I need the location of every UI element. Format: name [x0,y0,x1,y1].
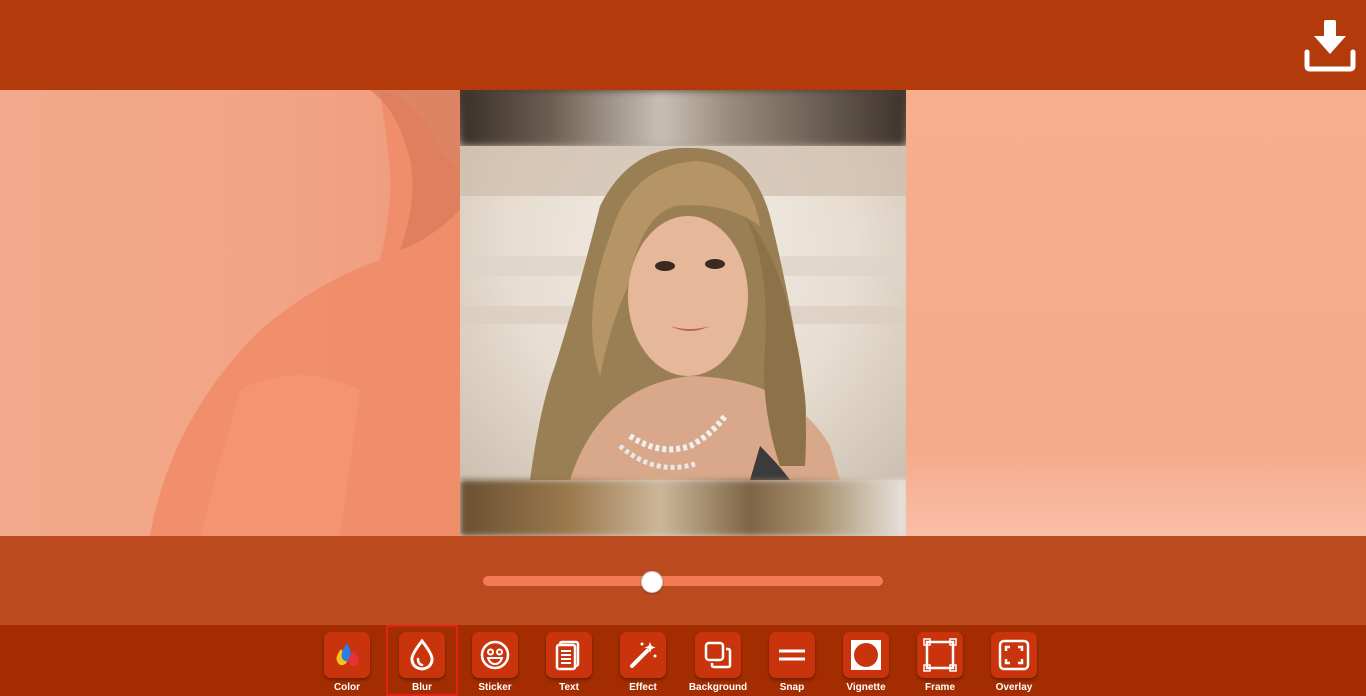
tool-vignette[interactable]: Vignette [830,625,902,696]
vignette-icon [851,640,881,670]
blurred-background-left [0,90,460,536]
equals-icon [779,649,805,661]
blurred-background-right [906,90,1366,536]
frame-icon [923,638,957,672]
layers-icon [704,641,732,669]
tool-sticker[interactable]: Sticker [459,625,531,696]
editor-canvas [0,90,1366,536]
tool-frame[interactable]: Frame [904,625,976,696]
blur-strip-top [460,90,906,146]
tool-label: Frame [924,682,955,693]
text-document-icon [555,640,580,671]
tool-blur[interactable]: Blur [386,625,458,696]
blur-slider-thumb[interactable] [641,571,663,593]
top-header [0,0,1366,90]
magic-wand-icon [630,642,657,668]
tool-color[interactable]: Color [311,625,383,696]
blur-drop-icon [410,639,434,671]
tool-label: Snap [779,682,805,693]
blur-slider-track[interactable] [483,576,883,586]
tool-overlay[interactable]: Overlay [978,625,1050,696]
tool-label: Effect [629,682,657,693]
color-drops-icon [336,643,359,667]
tool-label: Blur [412,682,432,693]
tool-background[interactable]: Background [682,625,754,696]
download-button[interactable] [1304,18,1356,72]
overlay-icon [998,639,1030,671]
bottom-toolbar: Color Blur Sticker Text Effect Backgroun… [0,625,1366,696]
tool-snap[interactable]: Snap [756,625,828,696]
smiley-icon [480,640,510,670]
tool-label: Sticker [478,682,512,693]
blur-strip-bottom [460,480,906,536]
download-icon [1304,20,1356,72]
main-photo [460,146,906,480]
tool-label: Background [688,682,748,693]
tool-label: Color [333,682,361,693]
tool-label: Text [559,682,579,693]
tool-label: Overlay [995,682,1033,693]
tool-label: Vignette [846,682,886,693]
photo-frame [460,90,906,536]
tool-effect[interactable]: Effect [607,625,679,696]
tool-text[interactable]: Text [533,625,605,696]
